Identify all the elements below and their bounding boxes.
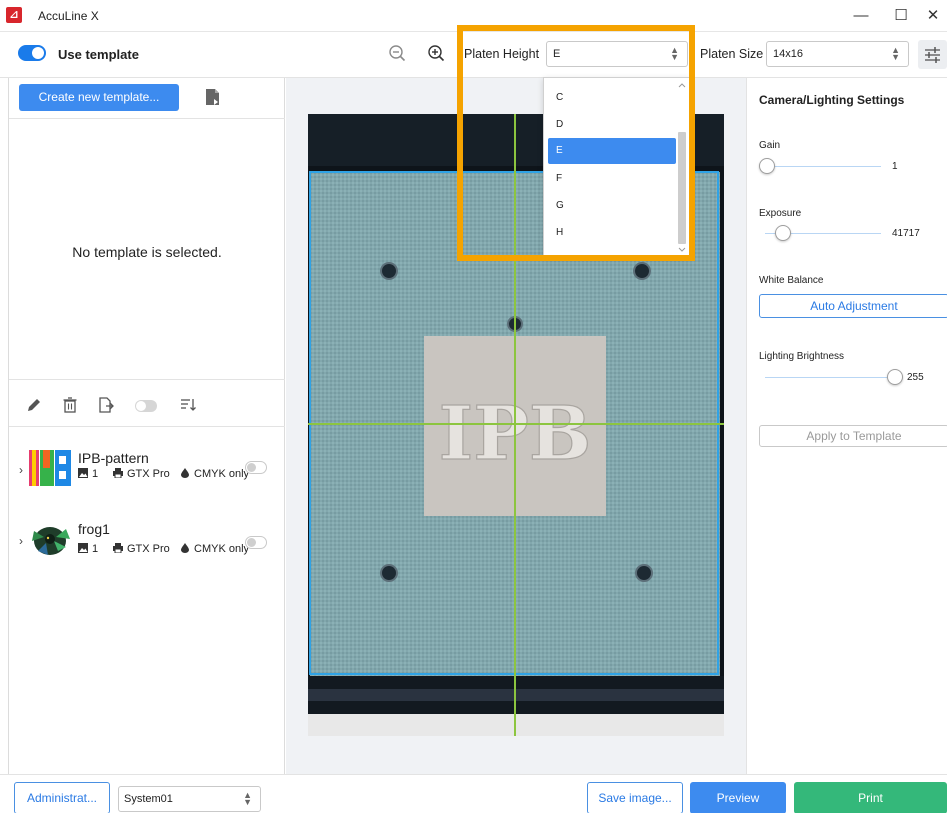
image-icon [78, 543, 88, 553]
system-select[interactable]: System01 ▲ ▼ [118, 786, 261, 812]
ink-mode: CMYK only [180, 468, 249, 480]
apply-to-template-button[interactable]: Apply to Template [759, 425, 947, 447]
printer-model-value: GTX Pro [127, 468, 170, 480]
divider [9, 426, 285, 427]
window-title: AccuLine X [38, 9, 99, 23]
use-template-toggle[interactable] [18, 45, 46, 61]
platen-size-value: 14x16 [773, 48, 803, 60]
zoom-out-icon[interactable] [386, 42, 408, 64]
platen-size-label: Platen Size [700, 47, 764, 61]
use-template-label: Use template [58, 47, 139, 62]
platen-height-dropdown: C D E F G H [543, 77, 690, 257]
camera-settings-panel: Camera/Lighting Settings Gain 1 Exposure… [746, 78, 947, 774]
export-icon[interactable] [97, 396, 115, 414]
toggle-knob [247, 538, 256, 547]
adjustments-button[interactable] [918, 40, 947, 69]
platen-height-select[interactable]: E ▲ ▼ [546, 41, 688, 67]
ink-drop-icon [181, 543, 189, 553]
maximize-button[interactable]: ☐ [886, 4, 916, 28]
layer-count: 1 [78, 543, 98, 555]
sort-icon[interactable] [179, 396, 197, 414]
template-item-frog1[interactable]: › frog1 1 GTX Pro CMYK only [9, 521, 285, 573]
template-actions [9, 392, 285, 418]
divider [9, 379, 285, 380]
ink-mode-value: CMYK only [194, 468, 250, 480]
auto-adjustment-button[interactable]: Auto Adjustment [759, 294, 947, 318]
template-item-ipb-pattern[interactable]: › IPB-pattern 1 GTX Pro CMYK only [9, 450, 285, 502]
platen-height-option-d[interactable]: D [548, 112, 676, 138]
image-icon [78, 468, 88, 478]
template-enable-toggle[interactable] [245, 536, 267, 549]
brightness-value: 255 [907, 372, 924, 383]
gain-slider-handle[interactable] [759, 158, 775, 174]
expand-chevron-icon[interactable]: › [19, 463, 23, 477]
dropdown-scrollbar[interactable] [677, 80, 687, 256]
template-panel: Create new template... No template is se… [8, 78, 285, 774]
template-name: IPB-pattern [78, 450, 149, 466]
platen-height-option-g[interactable]: G [548, 193, 676, 219]
ipb-pattern-thumbnail [29, 450, 71, 486]
gain-value: 1 [892, 161, 898, 172]
toggle-knob [247, 463, 256, 472]
layer-count-value: 1 [92, 468, 99, 480]
select-arrows-icon: ▲ ▼ [891, 45, 900, 62]
printer-icon [113, 543, 123, 553]
system-select-value: System01 [124, 793, 173, 805]
delete-icon[interactable] [61, 396, 79, 414]
select-arrows-icon: ▲ ▼ [243, 790, 252, 807]
ink-drop-icon [181, 468, 189, 478]
create-template-button[interactable]: Create new template... [19, 84, 179, 111]
camera-settings-title: Camera/Lighting Settings [759, 93, 905, 107]
sliders-icon [925, 47, 940, 63]
select-arrows-icon: ▲ ▼ [670, 45, 679, 62]
no-template-message: No template is selected. [72, 244, 222, 260]
printer-icon [113, 468, 123, 478]
platen-height-option-f[interactable]: F [548, 166, 676, 192]
edit-icon[interactable] [25, 396, 43, 414]
import-template-icon[interactable] [205, 88, 221, 106]
lighting-brightness-label: Lighting Brightness [759, 351, 845, 362]
bottom-bar: Administrat... System01 ▲ ▼ Save image...… [0, 774, 947, 813]
layer-count: 1 [78, 468, 98, 480]
platen-height-option-h[interactable]: H [548, 220, 676, 246]
expand-chevron-icon[interactable]: › [19, 534, 23, 548]
close-button[interactable]: ✕ [918, 4, 947, 28]
title-bar: ⊿ AccuLine X — ☐ ✕ [0, 0, 947, 32]
toolbar: Use template Platen Height E ▲ ▼ Platen S… [0, 32, 947, 78]
platen-height-option-e[interactable]: E [548, 138, 676, 164]
toggle-knob [136, 401, 146, 411]
layer-count-value: 1 [92, 543, 99, 555]
save-image-button[interactable]: Save image... [587, 782, 683, 813]
app-logo-icon: ⊿ [6, 7, 22, 23]
administrator-button[interactable]: Administrat... [14, 782, 110, 813]
white-balance-label: White Balance [759, 275, 824, 286]
template-enable-toggle[interactable] [245, 461, 267, 474]
zoom-in-icon[interactable] [425, 42, 447, 64]
printer-model: GTX Pro [113, 543, 170, 555]
toggle-knob [32, 47, 44, 59]
gain-label: Gain [759, 140, 781, 151]
scrollbar-thumb[interactable] [678, 132, 686, 244]
frog1-thumbnail [32, 527, 70, 555]
print-button[interactable]: Print [794, 782, 947, 813]
template-name: frog1 [78, 521, 110, 537]
ink-mode-value: CMYK only [194, 543, 250, 555]
ink-mode: CMYK only [180, 543, 249, 555]
exposure-slider-handle[interactable] [775, 225, 791, 241]
exposure-label: Exposure [759, 208, 802, 219]
preview-button[interactable]: Preview [690, 782, 786, 813]
brightness-slider-track[interactable] [765, 377, 897, 378]
printer-model: GTX Pro [113, 468, 170, 480]
platen-height-option-c[interactable]: C [548, 85, 676, 111]
exposure-value: 41717 [892, 228, 920, 239]
brightness-slider-handle[interactable] [887, 369, 903, 385]
divider [9, 118, 285, 119]
printer-model-value: GTX Pro [127, 543, 170, 555]
platen-height-label: Platen Height [464, 47, 540, 61]
template-visibility-toggle[interactable] [135, 400, 157, 412]
gain-slider-track[interactable] [765, 166, 881, 167]
platen-height-value: E [553, 48, 561, 60]
minimize-button[interactable]: — [846, 4, 876, 28]
platen-size-select[interactable]: 14x16 ▲ ▼ [766, 41, 909, 67]
